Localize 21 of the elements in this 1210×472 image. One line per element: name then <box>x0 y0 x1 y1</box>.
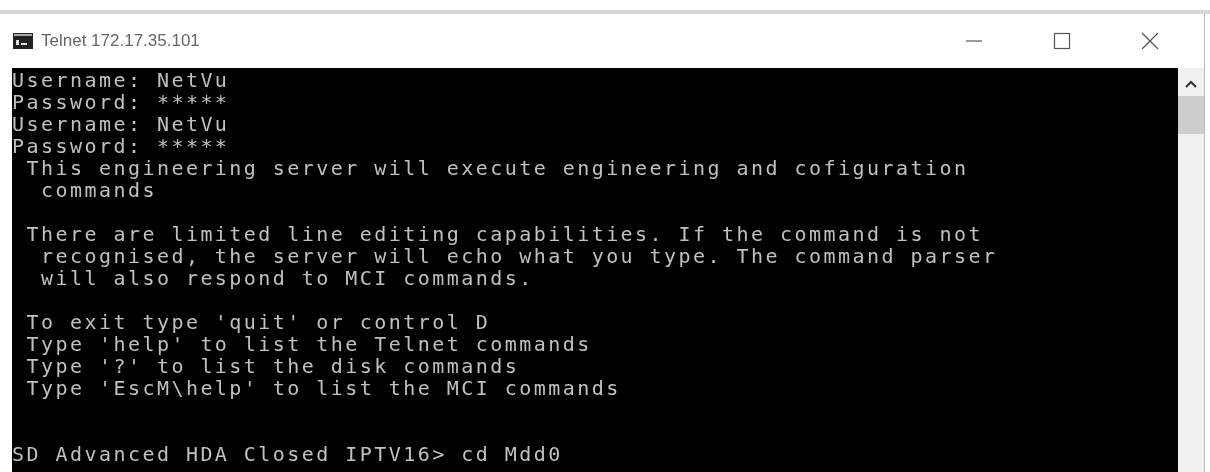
window-title: Telnet 172.17.35.101 <box>41 31 200 51</box>
console-line: Username: NetVu <box>12 69 231 91</box>
command-prompt: SD Advanced HDA Closed IPTV16> cd Mdd0 <box>12 443 564 465</box>
console-line: There are limited line editing capabilities. If the command is not <box>25 223 984 245</box>
maximize-icon[interactable] <box>1053 32 1071 50</box>
console-line: Username: NetVu <box>12 113 231 135</box>
console-line: This engineering server will execute engineering and cofiguration <box>25 157 970 179</box>
console-line: commands <box>39 179 157 201</box>
console-line: Type 'EscM\help' to list the MCI commands <box>25 377 622 399</box>
console-line: Type 'help' to list the Telnet commands <box>25 333 593 355</box>
console-line: Type '?' to list the disk commands <box>25 355 521 377</box>
scrollbar-thumb[interactable] <box>1178 96 1204 134</box>
console-line: will also respond to MCI commands. <box>39 267 535 289</box>
scroll-up-icon[interactable] <box>1185 80 1197 88</box>
console-line: Password: ***** <box>12 91 231 113</box>
console-line: recognised, the server will echo what you type. The command parser <box>39 245 999 267</box>
console-line: To exit type 'quit' or control D <box>25 311 492 333</box>
close-icon[interactable] <box>1141 32 1159 50</box>
console-line: Password: ***** <box>12 135 231 157</box>
minimize-icon[interactable] <box>965 39 983 43</box>
console-icon <box>13 33 33 49</box>
